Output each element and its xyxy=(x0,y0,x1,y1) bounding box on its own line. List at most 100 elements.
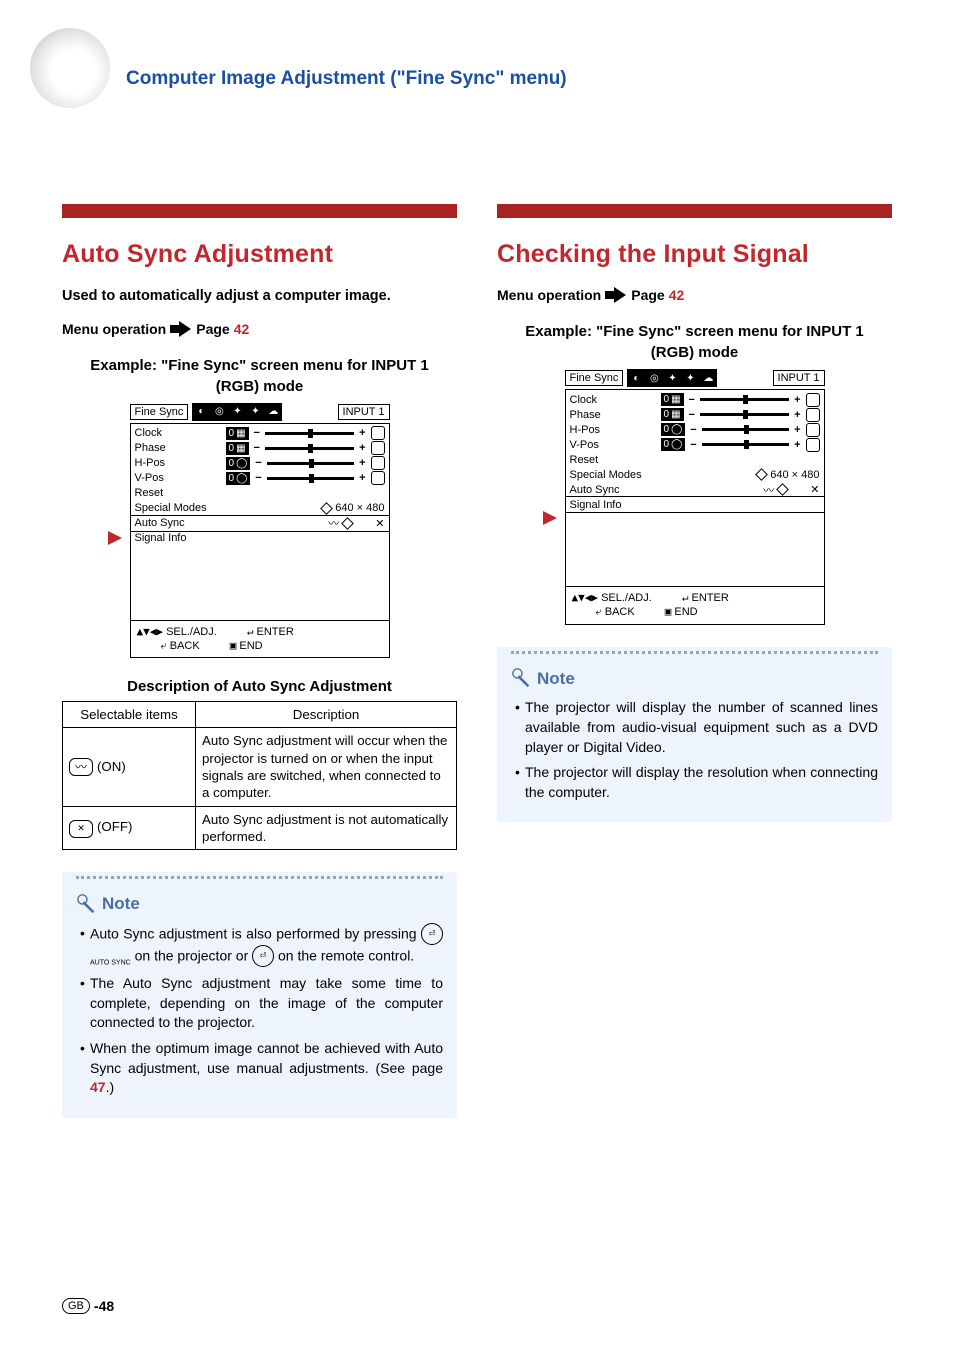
section-heading: Checking the Input Signal xyxy=(497,240,892,269)
section-divider xyxy=(497,204,892,218)
diamond-icon xyxy=(755,468,768,481)
sync-icon: ✕ xyxy=(375,517,384,530)
osd-row-auto-sync: Auto Sync〰✕ xyxy=(570,482,820,497)
osd-slider xyxy=(702,428,789,431)
osd-value: 0▦ xyxy=(661,408,684,421)
diamond-icon xyxy=(776,483,789,496)
end-icon xyxy=(371,426,385,440)
note-bullet: Auto Sync adjustment is also performed b… xyxy=(80,924,443,968)
table-cell-desc: Auto Sync adjustment is not automaticall… xyxy=(196,806,457,850)
page-label: Page xyxy=(196,321,229,337)
highlight-pointer-icon xyxy=(543,511,557,525)
section-divider xyxy=(62,204,457,218)
table-cell-item: (OFF) xyxy=(63,806,196,850)
foot-label: ENTER xyxy=(692,592,729,604)
page-ref-link[interactable]: 42 xyxy=(234,321,250,337)
osd-value: 0▦ xyxy=(661,393,684,406)
osd-item-label: Signal Info xyxy=(570,499,658,511)
osd-row-hpos: H-Pos0◯−+ xyxy=(570,422,820,437)
end-icon xyxy=(806,393,820,407)
note-label: Note xyxy=(76,892,443,916)
note-pencil-icon xyxy=(76,893,98,915)
sync-icon: ✕ xyxy=(810,483,819,496)
tab-icon: ✦ xyxy=(681,369,699,387)
example-caption: Example: "Fine Sync" screen menu for INP… xyxy=(90,355,430,397)
osd-input-label: INPUT 1 xyxy=(338,404,390,420)
note-bullet: The projector will display the resolutio… xyxy=(515,763,878,802)
note-pencil-icon xyxy=(511,667,533,689)
table-header-row: Selectable items Description xyxy=(63,702,457,728)
osd-value: 0◯ xyxy=(661,438,686,451)
sync-icon: 〰 xyxy=(763,482,774,498)
tab-icon: ◐ xyxy=(192,403,210,421)
osd-item-label: Special Modes xyxy=(570,469,658,481)
foot-label: BACK xyxy=(170,640,200,652)
tab-icon: ✦ xyxy=(246,403,264,421)
osd-tab-icons: ◐ ◎ ✦ ✦ ☁ xyxy=(192,403,282,421)
auto-sync-remote-button-icon: ⏎ xyxy=(252,945,274,967)
osd-value: 640 × 480 xyxy=(770,469,819,481)
note-label: Note xyxy=(511,667,878,691)
item-label: (OFF) xyxy=(97,819,132,834)
osd-item-label: Clock xyxy=(570,394,658,406)
note-bullet: The Auto Sync adjustment may take some t… xyxy=(80,974,443,1033)
osd-item-label: Reset xyxy=(570,454,658,466)
osd-item-label: Clock xyxy=(135,427,223,439)
note-label-text: Note xyxy=(537,667,575,691)
osd-row-phase: Phase0▦−+ xyxy=(135,441,385,456)
section-heading: Auto Sync Adjustment xyxy=(62,240,457,269)
osd-item-label: V-Pos xyxy=(570,439,658,451)
osd-item-label: Phase xyxy=(135,442,223,454)
highlight-pointer-icon xyxy=(108,531,122,545)
tab-icon: ◐ xyxy=(627,369,645,387)
tab-icon: ☁ xyxy=(699,369,717,387)
sync-on-icon xyxy=(69,758,93,776)
osd-item-label: H-Pos xyxy=(135,457,223,469)
menu-operation-line: Menu operation Page 42 xyxy=(62,321,457,337)
sync-icon: 〰 xyxy=(328,515,339,531)
osd-row-clock: Clock0▦−+ xyxy=(135,426,385,441)
osd-tab-icons: ◐ ◎ ✦ ✦ ☁ xyxy=(627,369,717,387)
diamond-icon xyxy=(320,502,333,515)
osd-item-label: Special Modes xyxy=(135,502,223,514)
foot-label: SEL./ADJ. xyxy=(601,592,652,604)
foot-label: END xyxy=(239,640,262,652)
gb-badge: GB xyxy=(62,1298,90,1314)
osd-row-phase: Phase0▦−+ xyxy=(570,407,820,422)
page-ref-link[interactable]: 47 xyxy=(90,1079,106,1095)
tab-icon: ◎ xyxy=(645,369,663,387)
osd-slider xyxy=(700,398,789,401)
osd-row-signal-info: Signal Info xyxy=(570,497,820,512)
osd-screenshot-right: Fine Sync ◐ ◎ ✦ ✦ ☁ INPUT 1 Clock0▦−+ Ph… xyxy=(565,369,825,625)
osd-value: 0▦ xyxy=(226,442,249,455)
text: on the projector or xyxy=(135,948,249,964)
foot-label: END xyxy=(674,606,697,618)
page-number: -48 xyxy=(94,1298,114,1314)
left-column: Auto Sync Adjustment Used to automatical… xyxy=(62,204,457,1118)
osd-row-special-modes: Special Modes 640 × 480 xyxy=(135,501,385,516)
osd-row-hpos: H-Pos0◯−+ xyxy=(135,456,385,471)
osd-header: Fine Sync ◐ ◎ ✦ ✦ ☁ INPUT 1 xyxy=(565,369,825,387)
diamond-icon xyxy=(341,517,354,530)
foot-label: BACK xyxy=(605,606,635,618)
page-title: Computer Image Adjustment ("Fine Sync" m… xyxy=(126,68,892,90)
osd-value: 640 × 480 xyxy=(335,502,384,514)
tab-icon: ◎ xyxy=(210,403,228,421)
osd-slider xyxy=(700,413,789,416)
page-footer: GB -48 xyxy=(62,1298,114,1314)
osd-footer: ▲▼◀▶ SEL./ADJ.↵ ENTER ⤶ BACK▣ END xyxy=(565,587,825,625)
two-column-layout: Auto Sync Adjustment Used to automatical… xyxy=(62,204,892,1118)
osd-item-label: Reset xyxy=(135,487,223,499)
osd-row-vpos: V-Pos0◯−+ xyxy=(570,437,820,452)
menu-operation-line: Menu operation Page 42 xyxy=(497,287,892,303)
text: .) xyxy=(106,1079,115,1095)
table-row: (ON) Auto Sync adjustment will occur whe… xyxy=(63,728,457,806)
text: on the remote control. xyxy=(278,948,414,964)
end-icon xyxy=(371,456,385,470)
table-cell-item: (ON) xyxy=(63,728,196,806)
page-ref-link[interactable]: 42 xyxy=(669,287,685,303)
menu-operation-label: Menu operation xyxy=(497,287,601,303)
osd-screenshot-left: Fine Sync ◐ ◎ ✦ ✦ ☁ INPUT 1 Clock0▦−+ Ph… xyxy=(130,403,390,659)
osd-row-special-modes: Special Modes 640 × 480 xyxy=(570,467,820,482)
table-header: Description xyxy=(196,702,457,728)
